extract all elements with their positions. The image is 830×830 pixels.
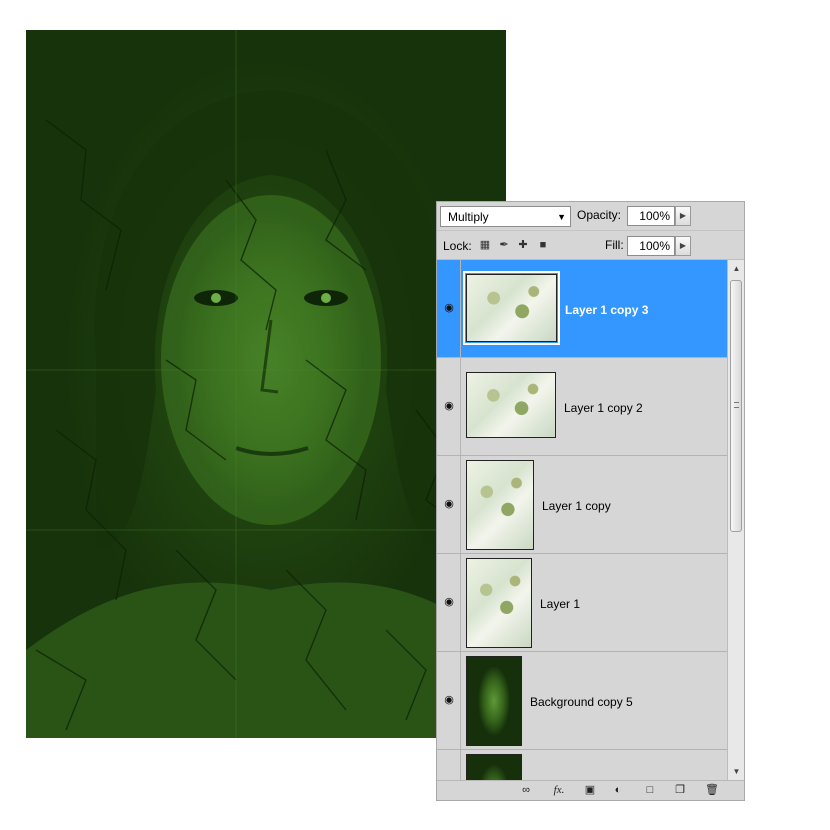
cracked-portrait-artwork	[26, 30, 506, 738]
lock-image-pixels-icon[interactable]: ✒	[498, 239, 510, 251]
layer-name: Layer 1 copy 3	[565, 303, 649, 317]
layer-thumbnail	[466, 558, 532, 648]
opacity-input[interactable]: 100%	[627, 206, 675, 226]
scroll-down-icon[interactable]: ▼	[731, 767, 742, 779]
blend-opacity-row: Multiply ▼ Opacity: 100% ▶	[437, 202, 744, 231]
fill-label: Fill:	[605, 238, 624, 252]
link-icon[interactable]: ∞	[519, 784, 533, 797]
visibility-toggle[interactable]: ◉	[437, 554, 461, 651]
layer-name: Layer 1	[540, 597, 581, 611]
layer-thumbnail	[466, 372, 556, 438]
chevron-down-icon: ▼	[557, 212, 566, 222]
visibility-toggle[interactable]: ◉	[437, 260, 461, 357]
fx-icon[interactable]: fx.	[549, 784, 569, 797]
blend-mode-dropdown[interactable]: Multiply ▼	[440, 206, 571, 227]
new-layer-icon[interactable]: ❐	[673, 784, 687, 797]
grip-icon	[734, 402, 739, 408]
visibility-toggle[interactable]: ◉	[437, 358, 461, 455]
opacity-label: Opacity:	[577, 208, 622, 222]
layer-row[interactable]: ◉ Layer 1 copy 3	[437, 260, 727, 358]
visibility-toggle[interactable]: ◉	[437, 456, 461, 553]
layer-row[interactable]: ◉ Layer 1 copy	[437, 456, 727, 554]
layer-row[interactable]: ◉ Layer 1 copy 2	[437, 358, 727, 456]
trash-icon[interactable]: 🗑	[705, 784, 719, 797]
eye-icon: ◉	[444, 694, 454, 706]
eye-icon: ◉	[444, 302, 454, 314]
panel-footer: ∞ fx. ▣ ◐ □ ❐ 🗑	[437, 780, 744, 800]
blend-mode-value: Multiply	[448, 210, 489, 224]
artwork-canvas	[26, 30, 506, 738]
layer-thumbnail	[466, 656, 522, 746]
scroll-up-icon[interactable]: ▲	[731, 264, 742, 276]
layer-thumbnail	[466, 754, 522, 782]
layer-row[interactable]: ◉ Background copy 5	[437, 652, 727, 750]
layer-name: Layer 1 copy	[542, 499, 611, 513]
eye-icon: ◉	[444, 596, 454, 608]
layer-thumbnail	[463, 271, 560, 345]
lock-label: Lock:	[443, 239, 472, 253]
mask-icon[interactable]: ▣	[583, 784, 597, 797]
layers-panel: Multiply ▼ Opacity: 100% ▶ Lock: ▦ ✒ ✚ ■…	[436, 201, 745, 801]
visibility-toggle[interactable]: ◉	[437, 652, 461, 749]
eye-icon: ◉	[444, 498, 454, 510]
layer-name: Layer 1 copy 2	[564, 401, 643, 415]
lock-fill-row: Lock: ▦ ✒ ✚ ■ Fill: 100% ▶	[437, 232, 744, 260]
adjustment-icon[interactable]: ◐	[611, 784, 625, 797]
scroll-thumb[interactable]	[730, 280, 742, 532]
fill-input[interactable]: 100%	[627, 236, 675, 256]
layer-row[interactable]	[437, 750, 727, 782]
layers-list: ◉ Layer 1 copy 3 ◉ Layer 1 copy 2 ◉ Laye…	[437, 260, 727, 782]
fill-slider-arrow-icon[interactable]: ▶	[675, 236, 691, 256]
lock-position-icon[interactable]: ✚	[517, 239, 529, 251]
lock-transparent-pixels-icon[interactable]: ▦	[479, 239, 491, 251]
layer-thumbnail	[466, 460, 534, 550]
lock-all-icon[interactable]: ■	[537, 239, 549, 251]
layers-scrollbar[interactable]: ▲ ▼	[727, 260, 744, 782]
eye-icon: ◉	[444, 400, 454, 412]
visibility-toggle[interactable]	[437, 750, 461, 782]
folder-icon[interactable]: □	[643, 784, 657, 797]
layer-name: Background copy 5	[530, 695, 633, 709]
layer-row[interactable]: ◉ Layer 1	[437, 554, 727, 652]
opacity-slider-arrow-icon[interactable]: ▶	[675, 206, 691, 226]
